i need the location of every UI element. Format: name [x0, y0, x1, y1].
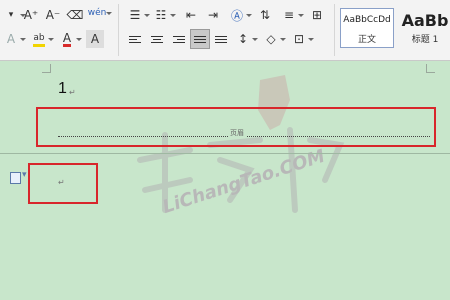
char-shading-label: A: [90, 32, 100, 46]
eraser-icon: ⌫: [66, 8, 84, 22]
font-color-button[interactable]: A: [58, 30, 82, 48]
align-left-icon: [129, 35, 141, 43]
style-name: 标题 1: [411, 35, 439, 45]
margin-corner: [42, 64, 51, 73]
highlighter-icon: ab: [33, 32, 45, 47]
bullets-button[interactable]: ☰: [126, 6, 150, 24]
paragraph-marks-button[interactable]: ≡: [280, 6, 304, 24]
font-size-dropdown[interactable]: ▾: [2, 6, 26, 24]
justify-icon: [194, 35, 206, 43]
asian-layout-button[interactable]: Ⓐ: [228, 6, 252, 24]
line-spacing-icon: ↕: [237, 32, 249, 46]
style-sample: AaBb: [401, 11, 449, 30]
align-center-button[interactable]: [148, 30, 166, 48]
text-effect-button[interactable]: A: [2, 30, 26, 48]
style-sample: AaBbCcDd: [343, 15, 391, 25]
font-color-icon: A: [62, 30, 72, 47]
align-center-icon: [151, 35, 163, 43]
decrease-indent-button[interactable]: ⇤: [182, 6, 200, 24]
highlight-box-header: [36, 107, 436, 147]
distributed-icon: [215, 35, 227, 43]
align-right-button[interactable]: [170, 30, 188, 48]
header-page-number[interactable]: 1: [58, 80, 67, 98]
document-icon: [10, 172, 21, 184]
style-heading-1[interactable]: AaBb 标题 1: [396, 8, 450, 48]
character-shading-button[interactable]: A: [86, 30, 104, 48]
bullet-list-icon: ☰: [129, 8, 141, 22]
borders-button[interactable]: ⊡: [290, 30, 314, 48]
align-left-button[interactable]: [126, 30, 144, 48]
shading-button[interactable]: ◇: [262, 30, 286, 48]
distributed-button[interactable]: [212, 30, 230, 48]
style-name: 正文: [357, 35, 376, 45]
grow-font-label: A⁺: [23, 8, 39, 22]
line-spacing-button[interactable]: ↕: [234, 30, 258, 48]
phonetic-guide-button[interactable]: wén: [87, 4, 112, 22]
margin-corner: [426, 64, 435, 73]
clear-formatting-button[interactable]: ⌫: [66, 6, 84, 24]
outdent-icon: ⇤: [185, 8, 197, 22]
page-divider: [0, 153, 450, 154]
phonetic-icon: wén: [87, 8, 107, 18]
style-normal[interactable]: AaBbCcDd 正文: [340, 8, 394, 48]
divider: [334, 4, 335, 56]
increase-indent-button[interactable]: ⇥: [204, 6, 222, 24]
chinese-layout-icon: Ⓐ: [230, 8, 243, 23]
list-options-icon: ≡: [283, 8, 295, 22]
justify-button[interactable]: [190, 29, 210, 49]
divider: [118, 4, 119, 56]
watermark-logo: [137, 75, 345, 213]
numbered-list-icon: ☷: [155, 8, 167, 22]
align-right-icon: [173, 35, 185, 43]
numbering-button[interactable]: ☷: [152, 6, 176, 24]
grow-font-button[interactable]: A⁺: [22, 6, 40, 24]
indent-icon: ⇥: [207, 8, 219, 22]
sort-button[interactable]: ⇅: [256, 6, 274, 24]
table-grid-button[interactable]: ⊞: [308, 6, 326, 24]
shrink-font-button[interactable]: A⁻: [44, 6, 62, 24]
table-icon: ⊞: [311, 8, 323, 22]
ribbon-toolbar: ▾ A⁺ A⁻ ⌫ wén A ab A A ☰ ☷ ⇤ ⇥ Ⓐ ⇅ ≡ ⊞ ↕…: [0, 0, 450, 61]
shrink-font-label: A⁻: [45, 8, 61, 22]
dropdown-arrow-icon[interactable]: ▾: [22, 170, 27, 180]
border-icon: ⊡: [293, 32, 305, 46]
text-effect-label: A: [6, 32, 16, 46]
highlight-button[interactable]: ab: [30, 30, 54, 48]
paragraph-mark: ↵: [69, 88, 76, 97]
highlight-box-body: [28, 163, 98, 204]
sort-icon: ⇅: [259, 8, 271, 22]
paint-bucket-icon: ◇: [266, 32, 276, 46]
